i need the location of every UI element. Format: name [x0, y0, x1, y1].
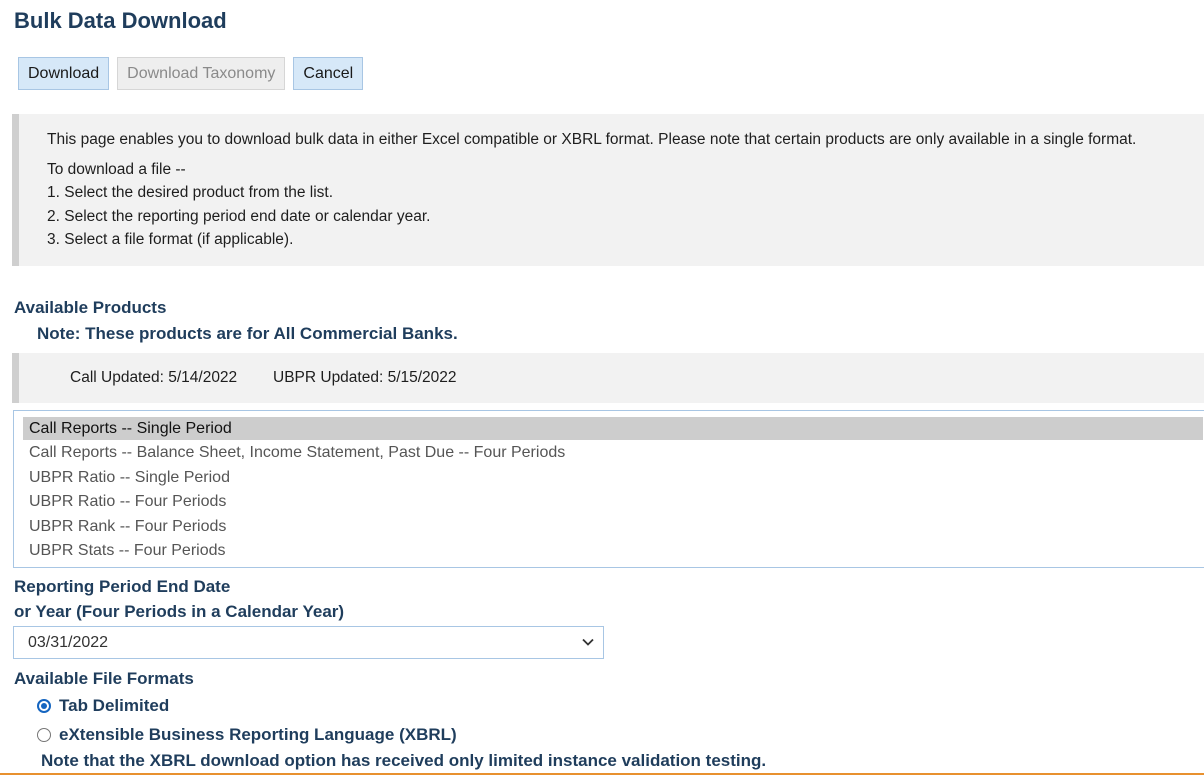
download-button[interactable]: Download — [18, 57, 110, 90]
product-listbox[interactable]: Call Reports -- Single Period Call Repor… — [13, 410, 1204, 568]
format-option-tab-delimited[interactable]: Tab Delimited — [37, 696, 169, 716]
chevron-down-icon — [582, 638, 594, 646]
action-button-row: Download Download Taxonomy Cancel — [18, 57, 364, 90]
radio-checked-icon[interactable] — [37, 699, 51, 713]
format-option-label: Tab Delimited — [59, 696, 170, 715]
products-note: Note: These products are for All Commerc… — [37, 324, 458, 343]
product-option[interactable]: UBPR Stats -- Four Periods — [23, 539, 1203, 562]
call-updated-date: Call Updated: 5/14/2022 — [70, 369, 238, 386]
format-option-label: eXtensible Business Reporting Language (… — [59, 725, 457, 744]
reporting-period-select[interactable]: 03/31/2022 — [13, 626, 604, 659]
footer-accent-line — [0, 773, 1204, 775]
product-option[interactable]: Call Reports -- Balance Sheet, Income St… — [23, 441, 1203, 464]
reporting-period-title-line2: or Year (Four Periods in a Calendar Year… — [14, 602, 345, 621]
intro-description: This page enables you to download bulk d… — [47, 131, 1137, 148]
steps-heading: To download a file -- — [47, 161, 186, 178]
product-option[interactable]: UBPR Ratio -- Single Period — [23, 466, 1203, 489]
step-3: 3. Select a file format (if applicable). — [47, 231, 294, 248]
step-1: 1. Select the desired product from the l… — [47, 184, 334, 201]
download-taxonomy-button: Download Taxonomy — [117, 57, 286, 90]
reporting-period-title-line1: Reporting Period End Date — [14, 577, 231, 596]
reporting-period-value: 03/31/2022 — [28, 634, 109, 651]
instructions-panel: This page enables you to download bulk d… — [12, 114, 1204, 266]
product-option[interactable]: UBPR Ratio -- Four Periods — [23, 490, 1203, 513]
product-option[interactable]: Call Reports -- Single Period — [23, 417, 1203, 440]
xbrl-note: Note that the XBRL download option has r… — [41, 751, 767, 770]
page-title: Bulk Data Download — [14, 8, 227, 33]
step-2: 2. Select the reporting period end date … — [47, 208, 431, 225]
available-products-title: Available Products — [14, 298, 167, 317]
radio-unchecked-icon[interactable] — [37, 728, 51, 742]
product-option[interactable]: UBPR Rank -- Four Periods — [23, 515, 1203, 538]
file-formats-title: Available File Formats — [14, 669, 194, 688]
format-option-xbrl[interactable]: eXtensible Business Reporting Language (… — [37, 725, 457, 745]
bulk-data-download-page: Bulk Data Download Download Download Tax… — [0, 0, 1204, 777]
updated-dates-panel: Call Updated: 5/14/2022 UBPR Updated: 5/… — [12, 353, 1204, 403]
cancel-button[interactable]: Cancel — [293, 57, 364, 90]
ubpr-updated-date: UBPR Updated: 5/15/2022 — [273, 369, 457, 386]
